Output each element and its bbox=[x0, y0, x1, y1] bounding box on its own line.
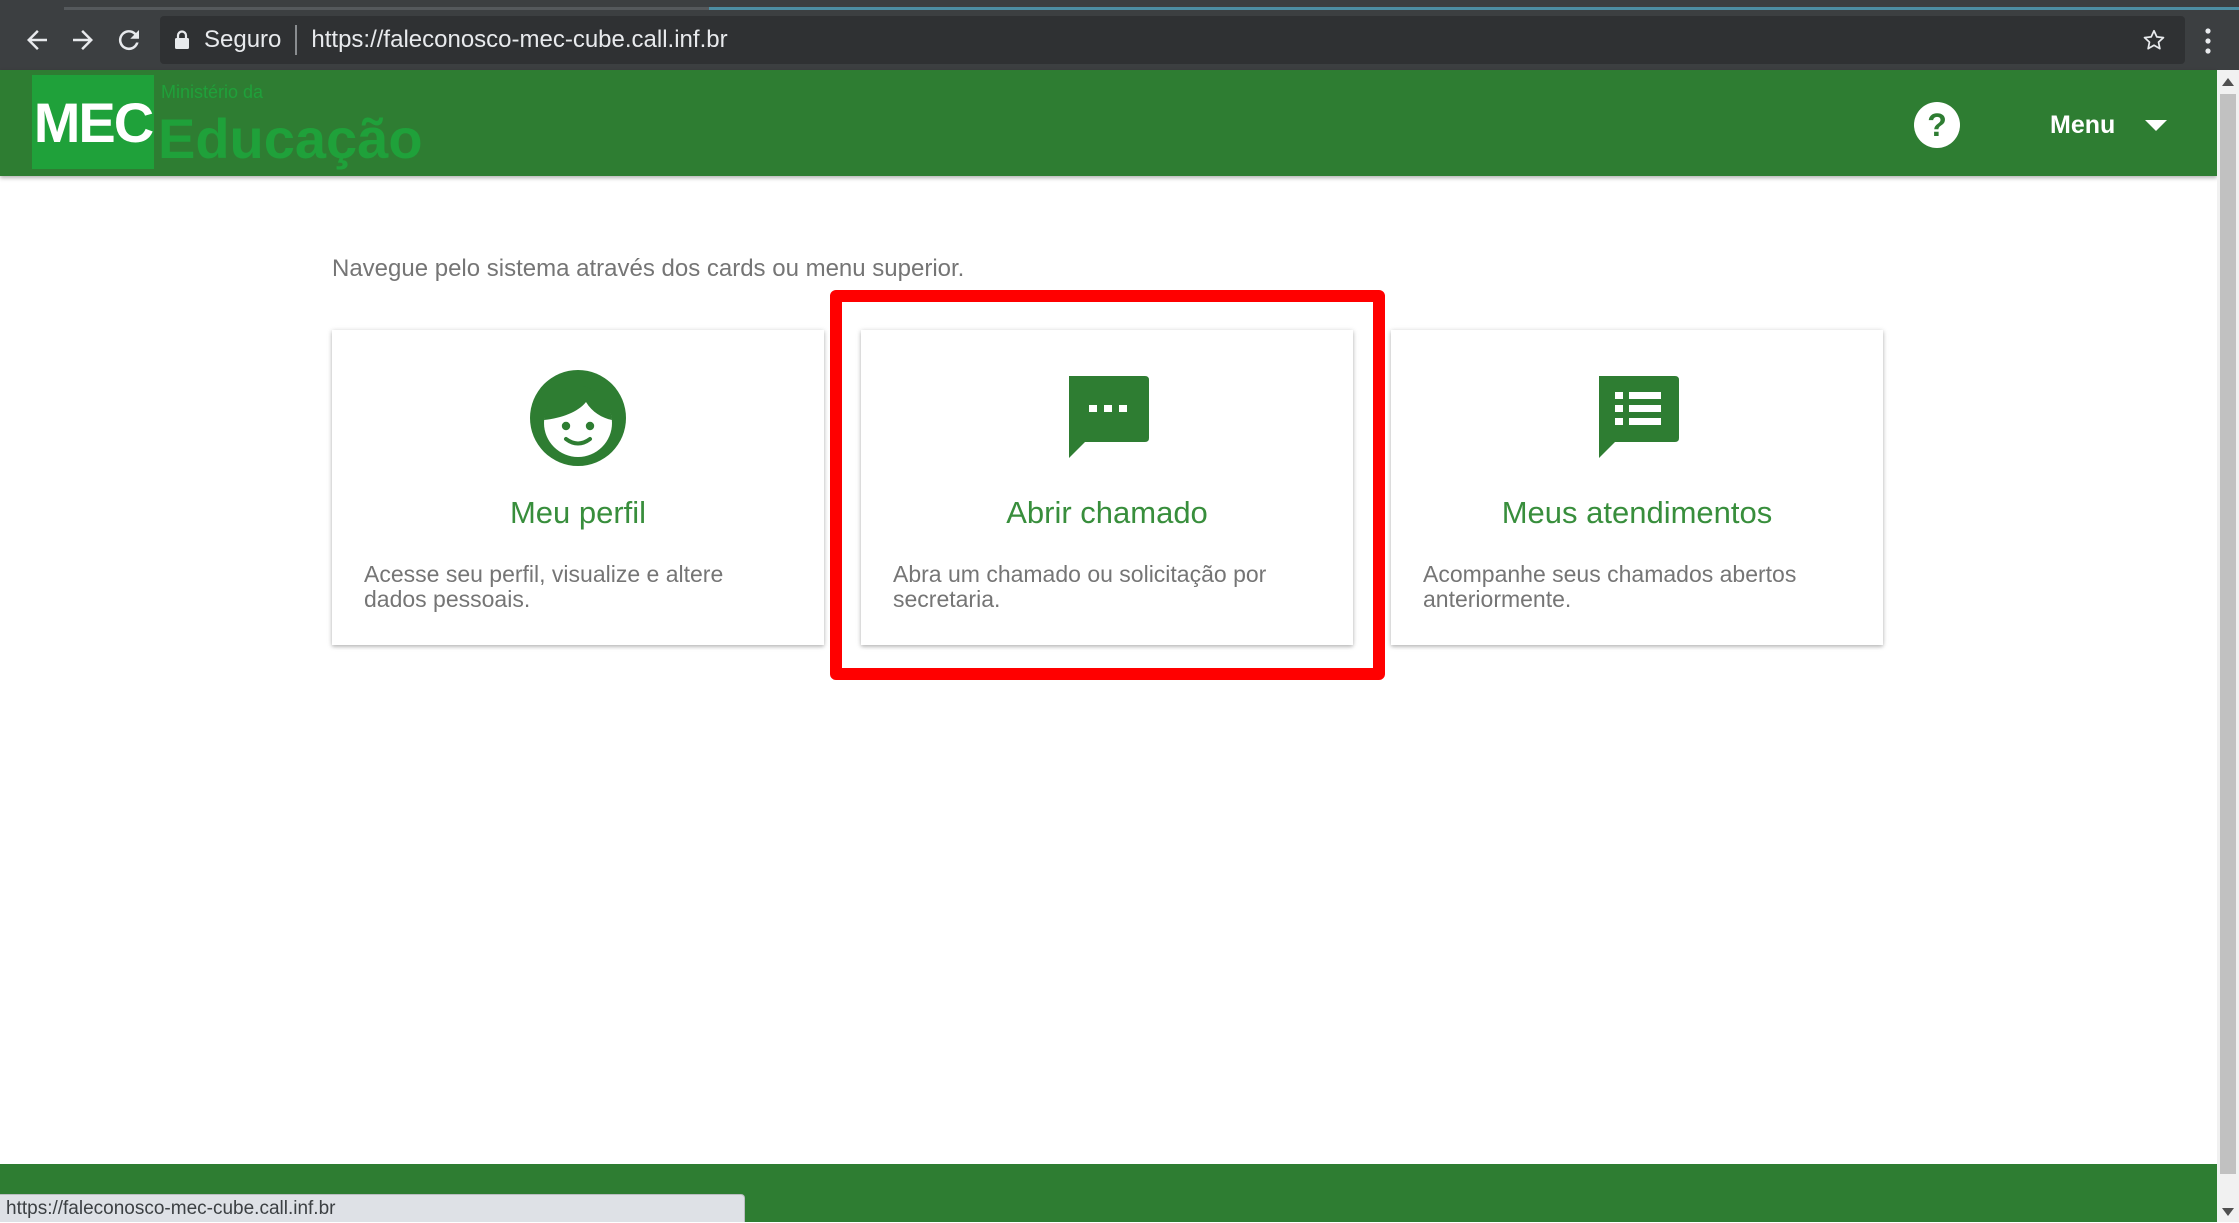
card-description: Acompanhe seus chamados abertos anterior… bbox=[1423, 561, 1797, 612]
card-description: Abra um chamado ou solicitação por secre… bbox=[893, 561, 1267, 612]
forward-arrow-icon bbox=[73, 30, 93, 50]
url-text[interactable]: https://faleconosco-mec-cube.call.inf.br bbox=[311, 26, 727, 54]
kebab-menu-icon[interactable] bbox=[2205, 28, 2211, 54]
forward-button[interactable] bbox=[60, 17, 106, 63]
browser-status-bar: https://faleconosco-mec-cube.call.inf.br bbox=[0, 1194, 745, 1222]
back-arrow-icon bbox=[27, 30, 47, 50]
star-icon[interactable] bbox=[2141, 27, 2167, 53]
list-icon bbox=[1599, 376, 1679, 458]
card-title: Meu perfil bbox=[509, 495, 647, 530]
site-header: MEC Ministério da Educação ? Menu bbox=[0, 70, 2217, 176]
page-scrollbar[interactable] bbox=[2217, 70, 2239, 1222]
card-description: Acesse seu perfil, visualize e altere da… bbox=[364, 561, 724, 612]
card-title: Abrir chamado bbox=[1006, 495, 1208, 530]
educacao-label: Educação bbox=[158, 107, 423, 170]
card-meu-perfil[interactable]: Meu perfil Acesse seu perfil, visualize … bbox=[332, 330, 824, 645]
browser-tabstrip bbox=[0, 0, 2239, 10]
address-bar[interactable]: Seguro https://faleconosco-mec-cube.call… bbox=[160, 16, 2185, 64]
card-title: Meus atendimentos bbox=[1501, 495, 1773, 530]
reload-button[interactable] bbox=[106, 17, 152, 63]
reload-icon bbox=[118, 30, 139, 51]
ministerio-label: Ministério da bbox=[161, 82, 264, 102]
scroll-up-icon[interactable] bbox=[2222, 78, 2234, 86]
lock-icon bbox=[175, 30, 189, 49]
help-button[interactable]: ? bbox=[1914, 102, 1960, 148]
scroll-thumb[interactable] bbox=[2220, 94, 2236, 1174]
caret-down-icon bbox=[2145, 119, 2168, 131]
menu-label: Menu bbox=[2050, 110, 2116, 139]
help-icon: ? bbox=[1927, 106, 1947, 143]
card-meus-atendimentos[interactable]: Meus atendimentos Acompanhe seus chamado… bbox=[1391, 330, 1883, 645]
secure-label: Seguro bbox=[204, 26, 282, 53]
back-button[interactable] bbox=[14, 17, 60, 63]
omnibox-separator bbox=[295, 25, 298, 55]
chat-icon bbox=[1069, 376, 1149, 458]
card-abrir-chamado[interactable]: Abrir chamado Abra um chamado ou solicit… bbox=[861, 330, 1353, 645]
intro-text: Navegue pelo sistema através dos cards o… bbox=[332, 255, 965, 282]
menu-button[interactable]: Menu bbox=[2050, 100, 2168, 150]
mec-logo[interactable]: MEC bbox=[32, 75, 154, 169]
scroll-down-icon[interactable] bbox=[2222, 1208, 2234, 1216]
browser-toolbar: Seguro https://faleconosco-mec-cube.call… bbox=[0, 10, 2239, 70]
face-icon bbox=[530, 370, 626, 466]
